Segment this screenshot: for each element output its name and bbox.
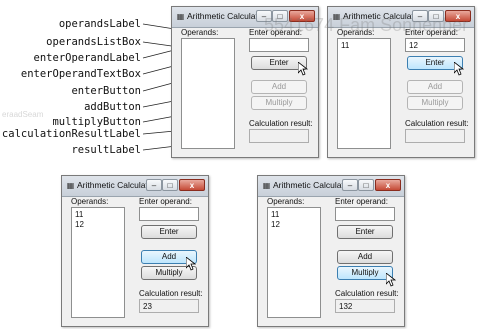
label-calculation-result-label: calculationResultLabel	[1, 128, 141, 140]
window-title: Arithmetic Calculator	[77, 180, 156, 190]
multiply-button[interactable]: Multiply	[251, 96, 307, 110]
result-label: 23	[139, 299, 199, 313]
watermark: 5541674 Fam Sonnenber	[264, 15, 469, 35]
enter-operand-label: Enter operand:	[139, 197, 192, 206]
list-item[interactable]: 11	[271, 210, 317, 220]
list-item[interactable]: 12	[75, 220, 121, 230]
result-label	[249, 129, 309, 143]
multiply-button[interactable]: Multiply	[407, 96, 463, 110]
app-icon: ▦	[66, 181, 75, 190]
close-button[interactable]: x	[375, 179, 401, 191]
add-button[interactable]: Add	[407, 80, 463, 94]
minimize-button[interactable]: –	[342, 179, 358, 191]
window-title: Arithmetic Calculator	[273, 180, 352, 190]
operands-listbox[interactable]	[181, 38, 235, 149]
label-enter-operand-textbox: enterOperandTextBox	[20, 68, 141, 80]
operands-listbox[interactable]: 11 12	[71, 207, 125, 318]
enter-operand-textbox[interactable]	[139, 207, 199, 221]
label-multiply-button: multiplyButton	[52, 116, 141, 128]
list-item[interactable]: 12	[271, 220, 317, 230]
title-bar: ▦ Arithmetic Calculator – □ x	[258, 176, 404, 197]
enter-button[interactable]: Enter	[337, 225, 393, 239]
add-button[interactable]: Add	[251, 80, 307, 94]
watermark-small: eraadSeam	[2, 110, 44, 119]
enter-operand-textbox[interactable]	[249, 38, 309, 52]
label-result-label: resultLabel	[71, 144, 141, 156]
enter-button[interactable]: Enter	[141, 225, 197, 239]
list-item[interactable]: 11	[75, 210, 121, 220]
calculation-result-label: Calculation result:	[335, 289, 399, 298]
add-button[interactable]: Add	[337, 250, 393, 264]
calculation-result-label: Calculation result:	[249, 119, 313, 128]
title-bar: ▦ Arithmetic Calculator – □ x	[62, 176, 208, 197]
mouse-cursor-icon	[454, 62, 464, 76]
close-button[interactable]: x	[179, 179, 205, 191]
enter-operand-textbox[interactable]: 12	[405, 38, 465, 52]
calculator-window-4: ▦ Arithmetic Calculator – □ x Operands: …	[257, 175, 405, 327]
operands-label: Operands:	[71, 197, 109, 206]
result-label: 132	[335, 299, 395, 313]
app-icon: ▦	[262, 181, 271, 190]
operands-label: Operands:	[267, 197, 305, 206]
label-operands-label: operandsLabel	[58, 18, 141, 30]
result-label	[405, 129, 465, 143]
calculation-result-label: Calculation result:	[139, 289, 203, 298]
app-icon: ▦	[176, 12, 185, 21]
maximize-button[interactable]: □	[358, 179, 374, 191]
enter-operand-label: Enter operand:	[335, 197, 388, 206]
list-item[interactable]: 11	[341, 41, 387, 51]
mouse-cursor-icon	[298, 62, 308, 76]
operands-listbox[interactable]: 11	[337, 38, 391, 149]
enter-operand-textbox[interactable]	[335, 207, 395, 221]
operands-label: Operands:	[181, 28, 219, 37]
label-enter-button: enterButton	[71, 85, 141, 97]
calculation-result-label: Calculation result:	[405, 119, 469, 128]
operands-listbox[interactable]: 11 12	[267, 207, 321, 318]
label-add-button: addButton	[84, 101, 141, 113]
mouse-cursor-icon	[186, 257, 196, 271]
mouse-cursor-icon	[386, 273, 396, 287]
maximize-button[interactable]: □	[162, 179, 178, 191]
label-enter-operand-label: enterOperandLabel	[33, 52, 141, 64]
label-operands-listbox: operandsListBox	[46, 36, 141, 48]
multiply-button[interactable]: Multiply	[337, 266, 393, 280]
window-title: Arithmetic Calculator	[187, 11, 266, 21]
minimize-button[interactable]: –	[146, 179, 162, 191]
calculator-window-3: ▦ Arithmetic Calculator – □ x Operands: …	[61, 175, 209, 327]
